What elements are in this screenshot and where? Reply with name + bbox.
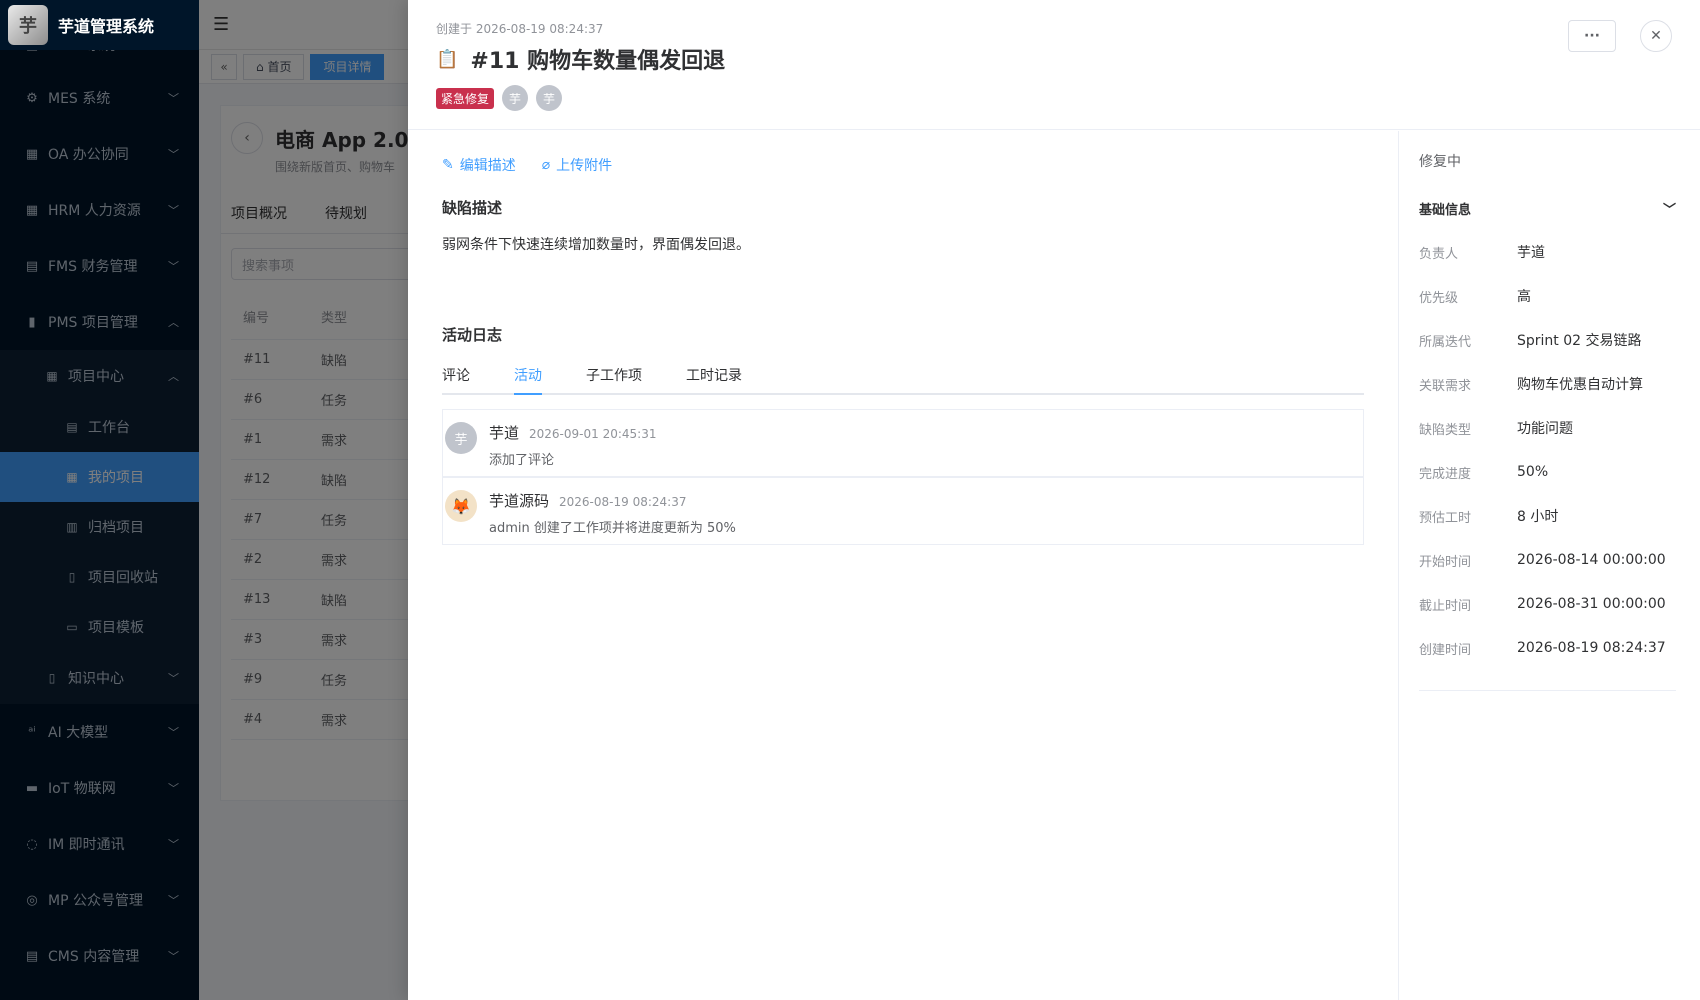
avatar: 🦊 <box>445 490 477 522</box>
basic-info-header[interactable]: 基础信息 ﹀ <box>1419 199 1676 218</box>
activity-meta: 芋道源码 2026-08-19 08:24:37 <box>489 490 736 511</box>
info-key: 创建时间 <box>1419 642 1472 658</box>
info-row: 负责人 芋道 <box>1419 230 1676 274</box>
activity-user: 芋道 <box>489 424 520 442</box>
paperclip-icon: ⌀ <box>541 157 551 173</box>
info-row: 缺陷类型 功能问题 <box>1419 406 1676 450</box>
info-row: 优先级 高 <box>1419 274 1676 318</box>
info-sidebar: 修复中 基础信息 ﹀ 负责人 芋道 优先级 高 所属迭代 Sprint 02 交易链路… <box>1398 131 1700 1000</box>
logo-avatar: 芋 <box>8 5 48 45</box>
activity-tabs: 评论 活动 子工作项 工时记录 <box>442 365 1364 395</box>
info-row: 开始时间 2026-08-14 00:00:00 <box>1419 538 1676 582</box>
activity-log-heading: 活动日志 <box>442 326 503 344</box>
info-key: 负责人 <box>1419 246 1459 262</box>
chevron-down-icon: ﹀ <box>1662 203 1676 218</box>
info-value[interactable]: 购物车优惠自动计算 <box>1517 374 1643 394</box>
status-text: 修复中 <box>1419 154 1461 170</box>
activity-meta: 芋道 2026-09-01 20:45:31 <box>489 422 656 443</box>
activity-text: admin 创建了工作项并将进度更新为 50% <box>489 521 736 536</box>
info-key: 截止时间 <box>1419 598 1472 614</box>
activity-text: 添加了评论 <box>489 453 555 468</box>
edit-description-button[interactable]: ✎ 编辑描述 <box>442 155 516 175</box>
basic-info-label: 基础信息 <box>1419 203 1472 218</box>
description-heading: 缺陷描述 <box>442 199 503 217</box>
activity-body: 芋道 2026-09-01 20:45:31 添加了评论 <box>489 422 656 468</box>
info-value[interactable]: 芋道 <box>1517 242 1545 262</box>
activity-body: 芋道源码 2026-08-19 08:24:37 admin 创建了工作项并将进… <box>489 490 736 536</box>
drawer-header: 创建于 2026-08-19 08:24:37 📋 #11 购物车数量偶发回退 … <box>408 0 1700 130</box>
tab-comments[interactable]: 评论 <box>442 365 470 385</box>
action-label: 编辑描述 <box>459 158 516 174</box>
clipboard-icon: 📋 <box>436 48 459 70</box>
created-time: 创建于 2026-08-19 08:24:37 <box>436 22 604 36</box>
app-title: 芋道管理系统 <box>58 17 155 36</box>
list-item: 🦊 芋道源码 2026-08-19 08:24:37 admin 创建了工作项并… <box>443 478 1363 544</box>
title-text: #11 购物车数量偶发回退 <box>470 49 726 74</box>
tab-subitems[interactable]: 子工作项 <box>586 365 642 385</box>
info-row: 关联需求 购物车优惠自动计算 <box>1419 362 1676 406</box>
drawer-body: ✎ 编辑描述 ⌀ 上传附件 缺陷描述 弱网条件下快速连续增加数量时，界面偶发回退… <box>408 131 1700 1000</box>
info-key: 所属迭代 <box>1419 334 1472 350</box>
description-text: 弱网条件下快速连续增加数量时，界面偶发回退。 <box>442 237 750 253</box>
info-key: 完成进度 <box>1419 466 1472 482</box>
info-value[interactable]: 50% <box>1517 464 1548 480</box>
tab-activity[interactable]: 活动 <box>514 365 542 395</box>
info-key: 预估工时 <box>1419 510 1472 526</box>
info-row: 所属迭代 Sprint 02 交易链路 <box>1419 318 1676 362</box>
edit-icon: ✎ <box>442 157 454 173</box>
avatar[interactable]: 芋 <box>502 85 529 111</box>
avatar: 芋 <box>445 422 477 454</box>
info-row: 创建时间 2026-08-19 08:24:37 <box>1419 626 1676 670</box>
info-row: 预估工时 8 小时 <box>1419 494 1676 538</box>
info-value[interactable]: 2026-08-31 00:00:00 <box>1517 596 1666 612</box>
list-item: 芋 芋道 2026-09-01 20:45:31 添加了评论 <box>443 410 1363 478</box>
more-button[interactable]: ··· <box>1568 20 1616 52</box>
badge-row: 紧急修复 芋 芋 <box>436 85 1672 111</box>
info-value[interactable]: 2026-08-14 00:00:00 <box>1517 552 1666 568</box>
activity-list: 芋 芋道 2026-09-01 20:45:31 添加了评论 🦊 芋道源码 20… <box>442 409 1364 545</box>
activity-time: 2026-08-19 08:24:37 <box>559 495 687 509</box>
activity-time: 2026-09-01 20:45:31 <box>529 427 657 441</box>
urgent-badge: 紧急修复 <box>436 87 495 109</box>
info-key: 开始时间 <box>1419 554 1472 570</box>
info-value[interactable]: Sprint 02 交易链路 <box>1517 330 1642 350</box>
avatar[interactable]: 芋 <box>536 85 563 111</box>
action-label: 上传附件 <box>556 158 613 174</box>
info-key: 关联需求 <box>1419 378 1472 394</box>
main-content: ✎ 编辑描述 ⌀ 上传附件 缺陷描述 弱网条件下快速连续增加数量时，界面偶发回退… <box>408 131 1398 1000</box>
tab-worklog[interactable]: 工时记录 <box>686 365 742 385</box>
info-value: 2026-08-19 08:24:37 <box>1517 640 1666 656</box>
close-icon[interactable]: ✕ <box>1640 20 1672 52</box>
activity-user: 芋道源码 <box>489 492 550 510</box>
info-value[interactable]: 8 小时 <box>1517 506 1558 526</box>
logo[interactable]: 芋 芋道管理系统 <box>0 0 199 50</box>
info-value[interactable]: 高 <box>1517 286 1531 306</box>
info-value[interactable]: 功能问题 <box>1517 418 1573 438</box>
action-links: ✎ 编辑描述 ⌀ 上传附件 <box>442 155 1364 175</box>
work-item-title: 📋 #11 购物车数量偶发回退 <box>436 43 1672 75</box>
info-key: 缺陷类型 <box>1419 422 1472 438</box>
upload-attachment-button[interactable]: ⌀ 上传附件 <box>542 155 612 175</box>
basic-info-list: 负责人 芋道 优先级 高 所属迭代 Sprint 02 交易链路 关联需求 购物车优惠自… <box>1419 230 1676 691</box>
info-row: 完成进度 50% <box>1419 450 1676 494</box>
work-item-drawer: 创建于 2026-08-19 08:24:37 📋 #11 购物车数量偶发回退 … <box>408 0 1700 1000</box>
info-row: 截止时间 2026-08-31 00:00:00 <box>1419 582 1676 626</box>
info-key: 优先级 <box>1419 290 1459 306</box>
